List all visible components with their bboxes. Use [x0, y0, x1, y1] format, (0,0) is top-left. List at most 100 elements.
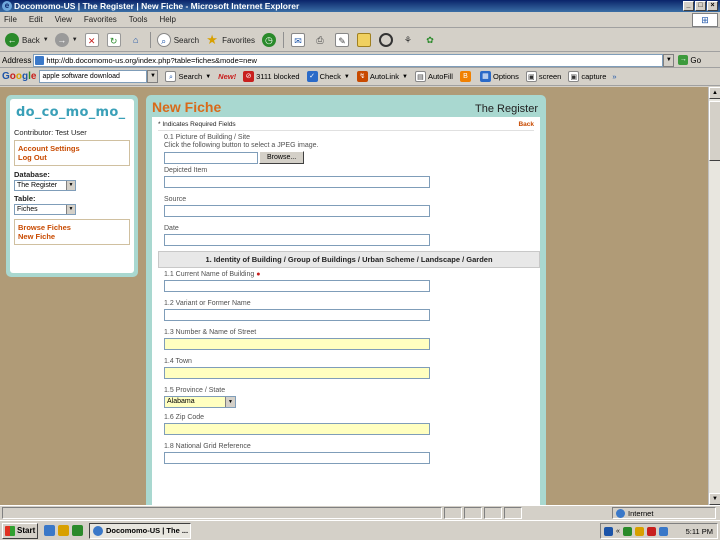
google-search-dropdown[interactable]: ▼ [147, 70, 159, 83]
back-label: Back [22, 35, 40, 45]
database-select[interactable]: The Register ▼ [14, 180, 76, 191]
menu-tools[interactable]: Tools [129, 15, 148, 24]
address-input[interactable]: http://db.docomomo-us.org/index.php?tabl… [33, 53, 664, 67]
screen-label: screen [538, 72, 562, 81]
maximize-button[interactable]: □ [695, 1, 706, 11]
required-marker-icon: ● [256, 271, 261, 278]
tray-icon[interactable] [622, 526, 632, 536]
stop-icon[interactable]: ✕ [84, 33, 99, 47]
menu-help[interactable]: Help [159, 15, 175, 24]
forward-button[interactable]: → ▼ [52, 31, 81, 50]
scroll-up-icon[interactable]: ▲ [709, 87, 720, 99]
go-button[interactable]: → Go [678, 55, 701, 65]
print-icon[interactable]: ⎙ [313, 33, 327, 47]
star-icon: ★ [206, 32, 218, 47]
table-select[interactable]: Fiches ▼ [14, 204, 76, 215]
chevron-down-icon: ▼ [343, 73, 350, 80]
tray-expand-icon[interactable]: « [616, 528, 620, 535]
depicted-item-input[interactable] [164, 176, 430, 188]
province-label: 1.5 Province / State [164, 387, 226, 394]
google-search-input[interactable]: apple software download [39, 70, 148, 83]
mail-icon[interactable]: ✉ [290, 33, 305, 47]
zip-input[interactable] [164, 423, 430, 435]
new-fiche-link[interactable]: New Fiche [18, 232, 126, 241]
clock[interactable]: 5:11 PM [686, 527, 713, 536]
history-icon[interactable]: ◷ [261, 33, 276, 47]
blogger-icon: B [459, 71, 471, 82]
menu-view[interactable]: View [55, 15, 72, 24]
edit-icon[interactable]: ✎ [334, 33, 349, 47]
ie-task-icon [93, 525, 103, 536]
national-grid-input[interactable] [164, 452, 430, 464]
options-button[interactable]: ▦ Options [479, 71, 519, 82]
date-label: Date [164, 225, 179, 232]
desktop-quicklaunch-icon[interactable] [58, 525, 69, 536]
screen-icon: ▣ [525, 71, 537, 82]
back-button[interactable]: ← Back ▼ [2, 31, 52, 50]
province-select[interactable]: Alabama ▼ [164, 396, 236, 408]
back-dropdown-icon[interactable]: ▼ [43, 37, 49, 43]
number-street-input[interactable] [164, 338, 430, 350]
start-label: Start [17, 526, 36, 535]
vertical-scrollbar[interactable]: ▲ ▼ [708, 87, 720, 505]
messenger-icon[interactable] [378, 33, 393, 47]
autolink-icon: ↯ [356, 71, 368, 82]
google-new-button[interactable]: New! [218, 72, 236, 81]
tray-icon[interactable] [658, 526, 668, 536]
spell-check-button[interactable]: ✓ Check ▼ [306, 71, 350, 82]
sidebar-panel: do_co_mo_mo_ Contributor: Test User Acco… [10, 99, 134, 273]
picture-label: 0.1 Picture of Building / Site [164, 134, 250, 141]
google-search-button[interactable]: ⌕ Search ▼ [165, 71, 211, 82]
variant-name-input[interactable] [164, 309, 430, 321]
blogger-button[interactable]: B [459, 71, 473, 82]
popup-blocker-button[interactable]: ⊘ 3111 blocked [243, 71, 300, 82]
logout-link[interactable]: Log Out [18, 153, 126, 162]
screen-button[interactable]: ▣ screen [525, 71, 562, 82]
source-label: Source [164, 196, 187, 203]
account-settings-link[interactable]: Account Settings [18, 144, 126, 153]
menu-favorites[interactable]: Favorites [84, 15, 117, 24]
more-chevron-icon[interactable]: » [612, 72, 616, 81]
research-icon[interactable]: ⚘ [401, 33, 415, 47]
browse-fiches-link[interactable]: Browse Fiches [18, 223, 126, 232]
autofill-button[interactable]: ▤ AutoFill [414, 71, 453, 82]
minimize-button[interactable]: _ [683, 1, 694, 11]
search-label: Search [173, 35, 200, 45]
tray-icon[interactable] [634, 526, 644, 536]
internet-zone-icon [616, 508, 625, 518]
source-input[interactable] [164, 205, 430, 217]
start-button[interactable]: Start [2, 522, 38, 539]
home-icon[interactable]: ⌂ [129, 33, 143, 47]
google-logo[interactable]: Google [2, 71, 36, 82]
favorites-button[interactable]: ★ Favorites [202, 31, 258, 50]
menu-edit[interactable]: Edit [29, 15, 43, 24]
database-label: Database: [14, 170, 50, 179]
autolink-button[interactable]: ↯ AutoLink ▼ [356, 71, 408, 82]
docomomo-logo[interactable]: do_co_mo_mo_ [16, 105, 130, 120]
close-button[interactable]: × [707, 1, 718, 11]
ie-quicklaunch-icon[interactable] [44, 525, 55, 536]
google-search-icon: ⌕ [165, 71, 177, 82]
date-input[interactable] [164, 234, 430, 246]
options-label: Options [492, 72, 519, 81]
forward-dropdown-icon[interactable]: ▼ [72, 37, 78, 43]
current-name-input[interactable] [164, 280, 430, 292]
back-link[interactable]: Back [518, 121, 534, 128]
browse-button[interactable]: Browse... [259, 151, 305, 164]
menu-file[interactable]: File [4, 15, 17, 24]
app-quicklaunch-icon[interactable] [72, 525, 83, 536]
discuss-icon[interactable] [356, 33, 371, 47]
capture-button[interactable]: ▣ capture [568, 71, 606, 82]
scroll-thumb[interactable] [709, 101, 720, 161]
language-tray-icon[interactable] [604, 526, 613, 536]
new-badge: New! [218, 72, 237, 81]
tools-icon[interactable]: ✿ [423, 33, 437, 47]
picture-file-input[interactable] [164, 151, 258, 164]
search-button[interactable]: ⌕ Search [154, 31, 202, 50]
address-dropdown-button[interactable]: ▼ [663, 53, 675, 67]
town-input[interactable] [164, 367, 430, 379]
tray-icon[interactable] [646, 526, 656, 536]
taskbar-ie-window[interactable]: Docomomo-US | The ... [89, 522, 191, 539]
scroll-down-icon[interactable]: ▼ [709, 493, 720, 505]
refresh-icon[interactable]: ↻ [106, 33, 121, 47]
